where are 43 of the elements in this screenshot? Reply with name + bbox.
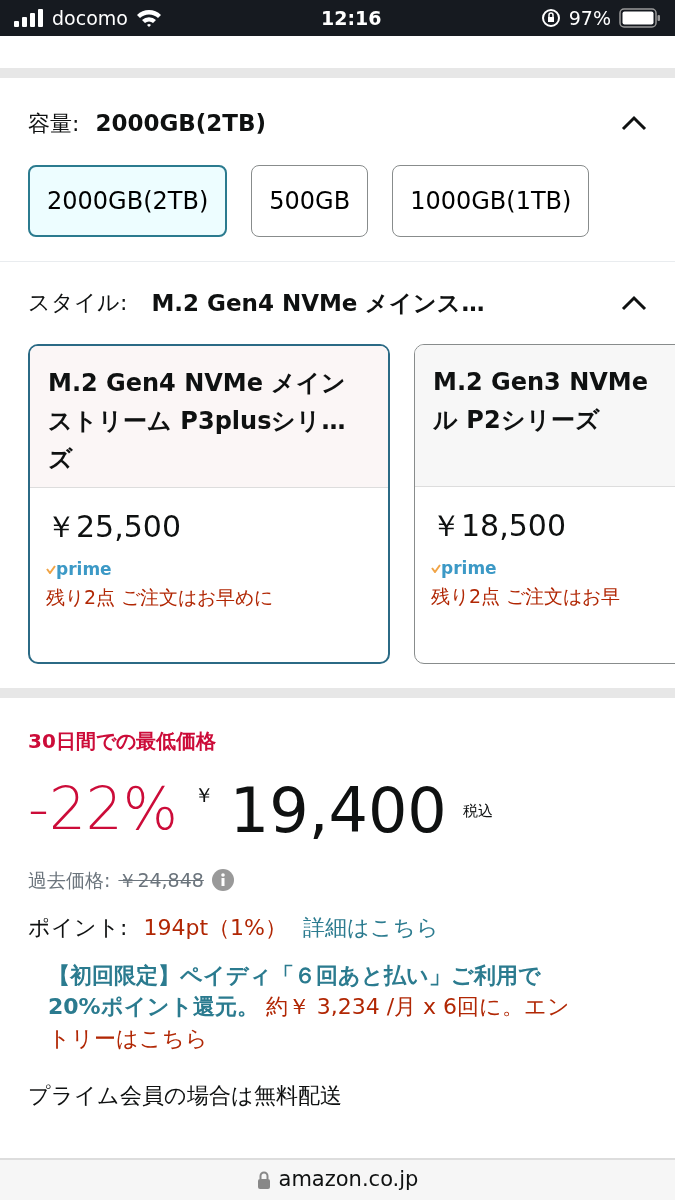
check-icon (431, 564, 441, 574)
url-text[interactable]: amazon.co.jp (278, 1164, 419, 1196)
status-time: 12:16 (321, 5, 382, 31)
info-icon[interactable] (211, 869, 234, 892)
price-text: ￥25,500 (46, 508, 182, 546)
capacity-option[interactable]: 1000GB(1TB) (392, 164, 590, 237)
stock-notice: 残り2点 ご注文はお早 (431, 583, 622, 609)
details-link[interactable]: 詳細はこちら (302, 910, 439, 944)
collapse-chevron-icon[interactable] (621, 294, 647, 311)
battery-icon (619, 8, 661, 28)
collapse-chevron-icon[interactable] (621, 115, 647, 132)
shipping-text: プライム会員の場合は無料配送 (28, 1082, 343, 1111)
option-label: スタイル: (28, 289, 128, 318)
past-price-value: ￥24,848 (118, 868, 204, 893)
deal-label: 30日間での最低価格 (28, 728, 216, 755)
tax-label: 税込 (462, 800, 493, 822)
selected-value: 2000GB(2TB) (95, 109, 267, 138)
prime-logo: prime (441, 557, 497, 580)
wifi-icon (135, 8, 162, 28)
points-label: ポイント: (28, 913, 128, 942)
style-card[interactable]: M.2 Gen4 NVMe メイン ストリーム P3plusシリ… ズ ￥25,500 prime 残り2点 ご注文はお早めに (28, 344, 390, 664)
selected-value: M.2 Gen4 NVMe メインス… (151, 288, 485, 318)
carrier-name: docomo (52, 5, 128, 31)
capacity-option[interactable]: 500GB (251, 164, 369, 237)
discount-percent: -22% (28, 780, 178, 838)
price-text: ￥18,500 (431, 507, 567, 545)
capacity-option[interactable]: 2000GB(2TB) (28, 164, 228, 237)
sale-price: 19,400 (229, 780, 447, 842)
style-card[interactable]: M.2 Gen3 NVMe ル P2シリーズ ￥18,500 prime 残り2点 ご注文はお早 (414, 344, 675, 664)
check-icon (46, 565, 56, 575)
currency-symbol: ￥ (193, 782, 214, 809)
signal-icon (14, 9, 44, 27)
promo-text: 【初回限定】ペイディ「６回あと払い」ご利用で20%ポイント還元。 約￥ 3,234 /月 x 6回に。エントリーはこちら (47, 961, 572, 1054)
style-title: M.2 Gen4 NVMe メイン ストリーム P3plusシリ… ズ (48, 368, 348, 475)
battery-percent: 97% (568, 5, 611, 31)
style-title: M.2 Gen3 NVMe ル P2シリーズ (433, 367, 649, 436)
lock-icon (256, 1171, 271, 1189)
past-price-label: 過去価格: (28, 868, 111, 893)
prime-logo: prime (56, 558, 112, 581)
stock-notice: 残り2点 ご注文はお早めに (46, 584, 275, 610)
option-label: 容量: (28, 109, 80, 138)
points-value: 194pt（1%） (143, 913, 287, 942)
rotation-lock-icon (540, 8, 561, 28)
